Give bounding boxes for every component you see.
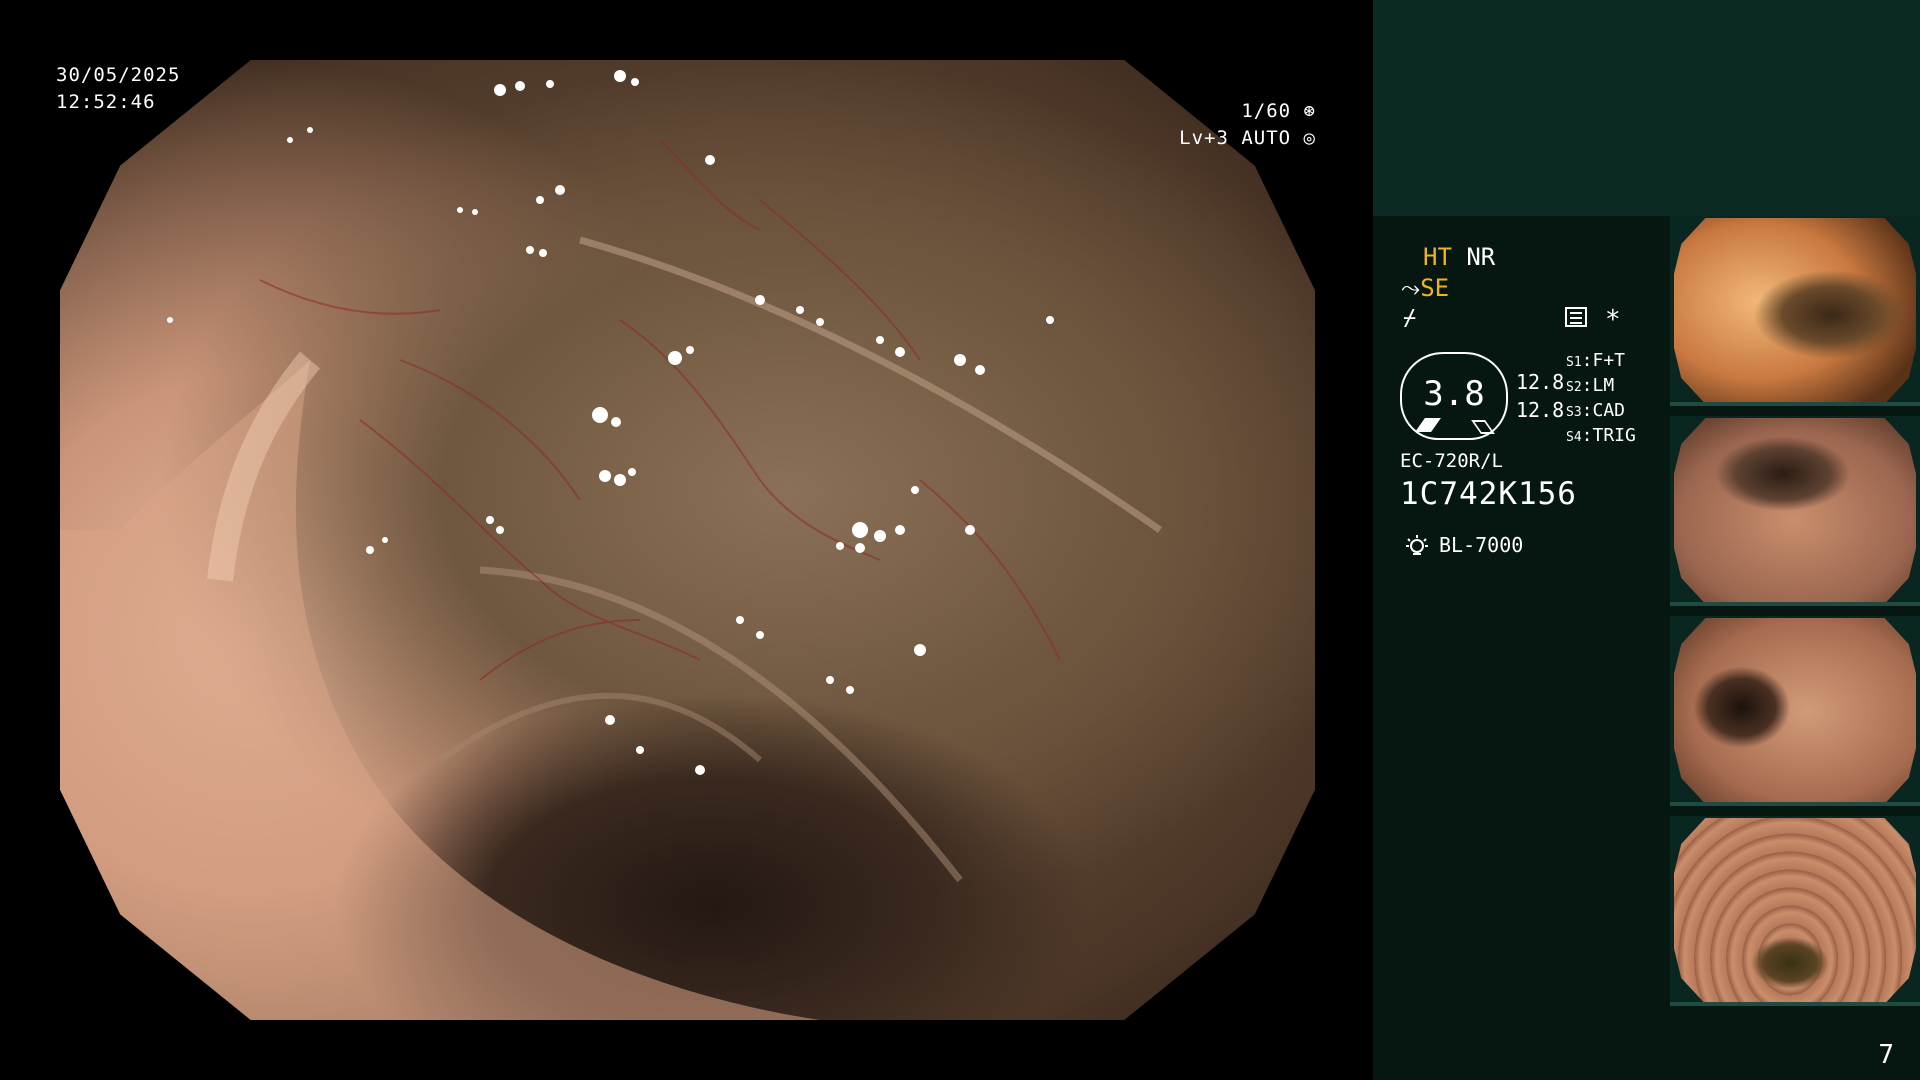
endoscopy-screen: 30/05/2025 12:52:46 1/60 ⊛ Lv+3 AUTO ◎ H… xyxy=(0,0,1920,1080)
page-number: 7 xyxy=(1878,1040,1894,1070)
thumbnail-image xyxy=(1674,818,1916,1004)
scene-value: CAD xyxy=(1592,400,1626,421)
signal-curve-icon: ⌿ xyxy=(1403,306,1417,331)
scope-curve-icon: ⤳ xyxy=(1401,274,1421,302)
captured-image-thumbnail[interactable] xyxy=(1670,216,1920,406)
enhance-gauge: 3.8 xyxy=(1400,352,1508,440)
scene-key: S4 xyxy=(1566,430,1582,445)
scene-row-s2: S2:LM xyxy=(1566,375,1615,396)
thumbnail-image xyxy=(1674,418,1916,604)
scope-model: EC-720R/L xyxy=(1400,450,1503,472)
level-text: Lv+3 AUTO xyxy=(1179,127,1292,149)
time-text: 12:52:46 xyxy=(56,91,156,113)
scene-value: TRIG xyxy=(1592,425,1636,446)
panel-header-area xyxy=(1373,0,1920,216)
lamp-icon xyxy=(1406,535,1428,555)
asterisk-mark: * xyxy=(1605,305,1621,335)
endoscope-live-view xyxy=(60,60,1315,1020)
nr-label: NR xyxy=(1466,243,1496,271)
shutter-text: 1/60 xyxy=(1241,100,1292,122)
side-value-1: 12.8 xyxy=(1516,370,1565,394)
gauge-right-marker xyxy=(1471,420,1495,434)
scene-value: LM xyxy=(1592,375,1615,396)
iris-icon: ◎ xyxy=(1291,127,1316,149)
datetime-overlay: 30/05/2025 12:52:46 xyxy=(56,62,180,116)
light-source-label: BL-7000 xyxy=(1439,533,1524,557)
scene-row-s3: S3:CAD xyxy=(1566,400,1626,421)
date-text: 30/05/2025 xyxy=(56,64,181,86)
captured-image-thumbnail[interactable] xyxy=(1670,816,1920,1006)
enhance-value: 3.8 xyxy=(1423,374,1485,414)
menu-box-icon xyxy=(1565,307,1587,327)
se-label: SE xyxy=(1420,274,1450,302)
se-row: ⤳SE xyxy=(1401,274,1449,302)
thumbnail-caption-strip xyxy=(1670,402,1920,406)
gauge-left-marker xyxy=(1415,418,1441,432)
scene-key: S3 xyxy=(1566,405,1582,420)
ht-nr-row: HT NR xyxy=(1423,243,1495,271)
level-row: Lv+3 AUTO ◎ xyxy=(1179,125,1316,152)
captured-image-thumbnail[interactable] xyxy=(1670,416,1920,606)
exposure-overlay: 1/60 ⊛ Lv+3 AUTO ◎ xyxy=(1179,98,1316,152)
thumbnail-caption-strip xyxy=(1670,602,1920,606)
mucosa-vessels xyxy=(60,70,1163,1020)
scene-row-s4: S4:TRIG xyxy=(1566,425,1636,446)
captured-image-thumbnail[interactable] xyxy=(1670,616,1920,806)
shutter-row: 1/60 ⊛ xyxy=(1179,98,1316,125)
thumbnail-caption-strip xyxy=(1670,1002,1920,1006)
thumbnail-image xyxy=(1674,618,1916,804)
side-value-2: 12.8 xyxy=(1516,398,1565,422)
scene-key: S1 xyxy=(1566,355,1582,370)
scene-key: S2 xyxy=(1566,380,1582,395)
thumbnail-image xyxy=(1674,218,1916,404)
aperture-icon: ⊛ xyxy=(1291,100,1316,122)
thumbnail-caption-strip xyxy=(1670,802,1920,806)
scene-value: F+T xyxy=(1592,350,1626,371)
scene-row-s1: S1:F+T xyxy=(1566,350,1626,371)
ht-label: HT xyxy=(1423,243,1452,271)
scope-serial: 1C742K156 xyxy=(1400,476,1577,512)
